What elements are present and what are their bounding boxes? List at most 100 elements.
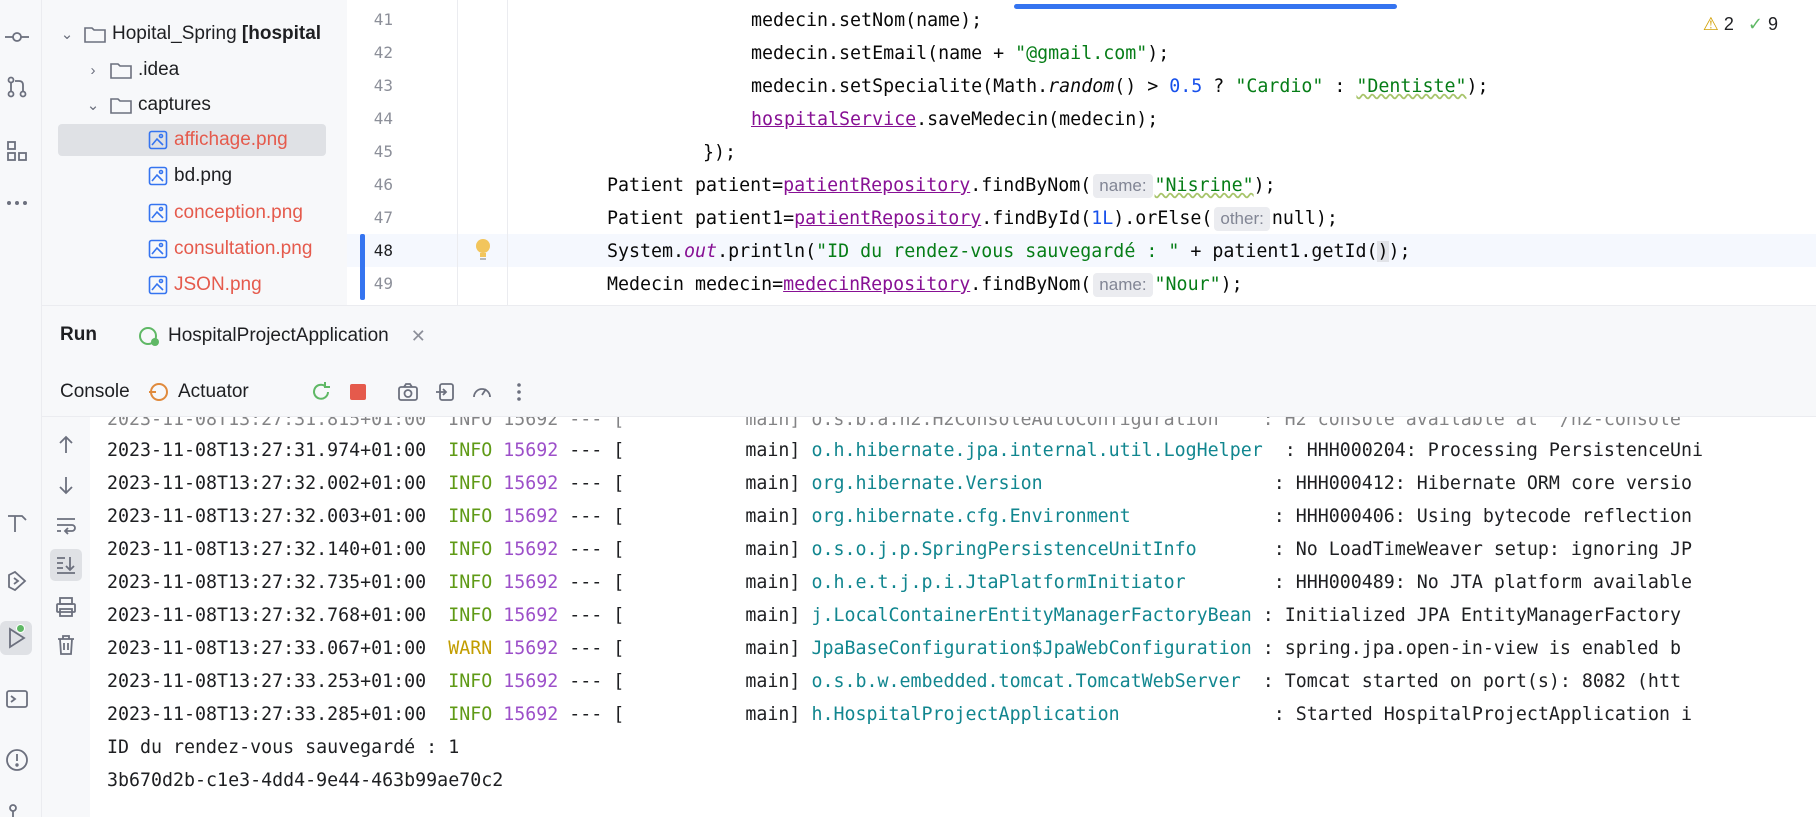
folder-icon <box>110 63 132 79</box>
log-level: INFO <box>448 572 493 593</box>
code-line-43: medecin.setSpecialite(Math.random() > 0.… <box>751 70 1488 103</box>
tree-item-conception[interactable]: conception.png <box>148 197 303 229</box>
log-pid: 15692 <box>503 638 559 659</box>
warning-icon: ⚠ <box>1702 14 1719 34</box>
arrow-up-icon[interactable] <box>50 429 82 461</box>
chevron-down-icon[interactable]: ⌄ <box>84 96 102 114</box>
inspection-widget[interactable]: ⚠ 2 ✓ 9 <box>1703 14 1778 35</box>
run-configuration-tab[interactable]: HospitalProjectApplication ✕ <box>138 320 426 352</box>
code-text: .findByNom( <box>970 175 1092 196</box>
profiler-icon[interactable] <box>469 379 495 405</box>
code-text: + patient1.getId( <box>1179 241 1378 262</box>
image-file-icon <box>148 203 168 223</box>
log-separator: --- [ <box>558 473 625 494</box>
console-output[interactable]: 2023-11-08T13:27:31.815+01:00 INFO 15692… <box>90 417 1816 817</box>
running-indicator-icon <box>16 624 25 633</box>
line-number: 45 <box>373 142 393 161</box>
code-text: ? <box>1202 76 1236 97</box>
close-icon[interactable]: ✕ <box>411 326 426 347</box>
chevron-down-icon[interactable]: ⌄ <box>58 25 76 43</box>
log-level: INFO <box>448 539 493 560</box>
image-file-icon <box>148 130 168 150</box>
structure-icon[interactable] <box>0 134 34 168</box>
line-number: 44 <box>373 109 393 128</box>
pull-requests-icon[interactable] <box>0 70 34 104</box>
log-timestamp: 2023-11-08T13:27:32.003+01:00 <box>107 506 427 527</box>
code-text: : <box>1323 76 1357 97</box>
code-line-45: }); <box>703 136 736 169</box>
exit-icon[interactable] <box>432 379 458 405</box>
code-text: ); <box>1220 274 1243 295</box>
rerun-icon[interactable] <box>308 379 334 405</box>
code-line-48: System.out.println("ID du rendez-vous sa… <box>607 235 1411 268</box>
console-tab[interactable]: Console <box>60 377 130 407</box>
problems-icon[interactable] <box>0 743 34 777</box>
log-logger: JpaBaseConfiguration$JpaWebConfiguration <box>811 638 1252 659</box>
log-separator: --- [ <box>558 572 625 593</box>
log-level: INFO <box>448 473 493 494</box>
log-pid: 15692 <box>503 440 559 461</box>
code-string: "@gmail.com" <box>1015 43 1148 64</box>
chevron-right-icon[interactable]: › <box>84 62 102 79</box>
build-icon[interactable] <box>0 506 34 540</box>
project-tree: ⌄ Hopital_Spring [hospital › .idea ⌄ cap… <box>42 0 347 305</box>
actuator-tab[interactable]: Actuator <box>148 377 249 407</box>
screenshot-icon[interactable] <box>395 379 421 405</box>
code-text: System. <box>607 241 685 262</box>
project-root-name: Hopital_Spring <box>112 23 237 44</box>
log-logger: o.h.hibernate.jpa.internal.util.LogHelpe… <box>811 440 1263 461</box>
log-separator: --- [ <box>558 671 625 692</box>
git-icon[interactable] <box>0 795 34 817</box>
log-message: : Initialized JPA EntityManagerFactory <box>1251 605 1681 626</box>
soft-wrap-icon[interactable] <box>50 509 82 541</box>
code-editor[interactable]: 41 42 43 44 45 46 47 48 49 medecin.setNo… <box>347 0 1816 305</box>
terminal-icon[interactable] <box>0 682 34 716</box>
image-file-icon <box>148 275 168 295</box>
code-string: "Nour" <box>1154 274 1221 295</box>
log-thread: main] <box>624 638 801 659</box>
tree-item-consultation[interactable]: consultation.png <box>148 233 312 265</box>
commit-icon[interactable] <box>0 20 34 54</box>
print-icon[interactable] <box>50 591 82 623</box>
log-thread: main] <box>624 704 801 725</box>
console-output-line: 3b670d2b-c1e3-4dd4-9e44-463b99ae70c2 <box>107 770 504 791</box>
tree-item-affichage[interactable]: affichage.png <box>58 124 326 156</box>
log-pid: 15692 <box>503 704 559 725</box>
scroll-to-end-icon[interactable] <box>50 549 82 581</box>
stop-icon[interactable] <box>345 379 371 405</box>
code-text: Patient patient= <box>607 175 784 196</box>
log-thread: main] <box>624 440 801 461</box>
line-number: 42 <box>373 43 393 62</box>
services-icon[interactable] <box>0 564 34 598</box>
code-string: "ID du rendez-vous sauvegardé : " <box>816 241 1180 262</box>
more-options-icon[interactable] <box>506 379 532 405</box>
tree-item-idea[interactable]: › .idea <box>84 54 180 86</box>
tree-item-captures[interactable]: ⌄ captures <box>84 89 211 121</box>
code-text: .findById( <box>981 208 1092 229</box>
trash-icon[interactable] <box>50 629 82 661</box>
log-logger: o.s.o.j.p.SpringPersistenceUnitInfo <box>811 539 1197 560</box>
log-pid: 15692 <box>503 671 559 692</box>
folder-icon <box>84 27 106 43</box>
log-pid: 15692 <box>503 473 559 494</box>
log-line: 2023-11-08T13:27:33.067+01:00 WARN 15692… <box>107 632 1681 665</box>
log-line: 2023-11-08T13:27:32.002+01:00 INFO 15692… <box>107 467 1692 500</box>
code-text: .println( <box>717 241 817 262</box>
arrow-down-icon[interactable] <box>50 469 82 501</box>
indent-guide <box>507 0 508 305</box>
log-thread: main] <box>624 671 801 692</box>
code-text: ).orElse( <box>1113 208 1213 229</box>
tree-item-json[interactable]: JSON.png <box>148 269 262 301</box>
more-tools-icon[interactable] <box>0 186 34 220</box>
tree-item-label: bd.png <box>174 165 233 186</box>
tree-item-label: captures <box>138 94 211 115</box>
log-level: INFO <box>448 605 493 626</box>
tree-item-bd[interactable]: bd.png <box>148 160 232 192</box>
line-number: 46 <box>373 175 393 194</box>
line-number-current: 48 <box>373 241 393 260</box>
log-line: 2023-11-08T13:27:32.003+01:00 INFO 15692… <box>107 500 1692 533</box>
lightbulb-icon[interactable] <box>475 238 491 262</box>
warnings-count[interactable]: ⚠ 2 <box>1703 14 1734 35</box>
ok-count[interactable]: ✓ 9 <box>1748 14 1778 35</box>
project-root[interactable]: ⌄ Hopital_Spring [hospital <box>58 18 321 50</box>
